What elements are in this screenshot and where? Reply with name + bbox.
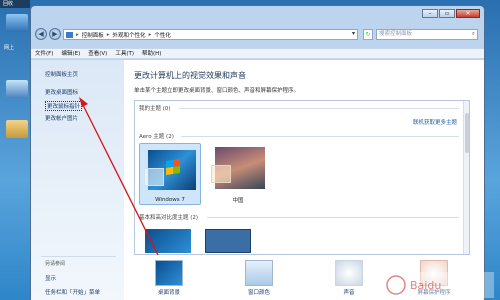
see-also-heading: 另请参阅	[45, 261, 66, 267]
desktop-recycle-label: 回收	[0, 0, 30, 8]
windows-logo-icon	[166, 159, 180, 175]
theme-list-scrollbar[interactable]	[463, 101, 469, 254]
window-color-icon	[245, 260, 273, 286]
window-controls: – ▫ ✕	[422, 9, 480, 18]
computer-icon[interactable]	[6, 14, 28, 32]
menu-help[interactable]: 帮助(H)	[142, 49, 161, 58]
window-color-button[interactable]: 窗口颜色	[234, 260, 284, 300]
scrollbar-thumb[interactable]	[465, 113, 469, 153]
menu-tools[interactable]: 工具(T)	[115, 49, 134, 58]
menu-bar: 文件(F) 编辑(E) 查看(V) 工具(T) 帮助(H)	[31, 48, 484, 59]
left-nav-pane: 控制面板主页 更改桌面图标 更改鼠标指针 更改帐户图片 另请参阅 显示 任务栏和…	[31, 60, 124, 300]
window-color-swatch	[211, 165, 231, 183]
breadcrumb-appearance[interactable]: 外观和个性化	[113, 31, 146, 39]
my-themes-label: 我的主题 (0)	[139, 106, 171, 112]
content-area: 控制面板主页 更改桌面图标 更改鼠标指针 更改帐户图片 另请参阅 显示 任务栏和…	[31, 60, 484, 300]
window-color-swatch	[144, 168, 164, 186]
network-icon[interactable]	[6, 80, 28, 98]
desktop-background-button[interactable]: 桌面背景	[144, 260, 194, 300]
menu-edit[interactable]: 编辑(E)	[61, 49, 80, 58]
close-button[interactable]: ✕	[456, 9, 480, 18]
theme-windows-classic[interactable]	[205, 229, 251, 253]
breadcrumb-separator: ▸	[76, 31, 79, 38]
forward-button[interactable]: ▶	[49, 28, 61, 40]
bottom-item-label: 声音	[343, 290, 355, 296]
left-link-taskbar-start-menu[interactable]: 任务栏和「开始」菜单	[45, 288, 100, 296]
chevron-down-icon[interactable]: ▾	[352, 30, 355, 37]
group-divider	[207, 217, 459, 218]
breadcrumb-separator: ▸	[148, 31, 152, 38]
group-divider	[181, 136, 459, 137]
theme-name: Windows 7	[155, 197, 185, 203]
aero-themes-label: Aero 主题 (2)	[139, 134, 174, 140]
maximize-button[interactable]: ▫	[439, 9, 455, 18]
theme-name: 中国	[232, 198, 244, 204]
menu-view[interactable]: 查看(V)	[88, 49, 107, 58]
page-description: 单击某个主题立即更改桌面背景、窗口颜色、声音和屏幕保护程序。	[134, 88, 300, 94]
china-theme-thumbnail	[211, 147, 265, 189]
search-input[interactable]: 搜索控制面板 ⌕	[376, 29, 478, 40]
theme-china[interactable]: 中国	[207, 143, 269, 205]
bottom-item-label: 窗口颜色	[247, 290, 270, 296]
windows7-theme-thumbnail	[144, 150, 196, 190]
breadcrumb-separator: ▸	[106, 31, 110, 38]
refresh-icon[interactable]: ↻	[363, 29, 373, 40]
watermark-logo: Baidu	[384, 272, 494, 298]
bottom-item-label: 桌面背景	[157, 290, 180, 296]
see-also-divider	[41, 256, 116, 257]
left-link-control-panel-home[interactable]: 控制面板主页	[45, 70, 78, 78]
breadcrumb-control-panel[interactable]: 控制面板	[82, 31, 104, 39]
minimize-button[interactable]: –	[422, 9, 438, 18]
folder-icon[interactable]	[6, 120, 28, 138]
left-link-change-account-picture[interactable]: 更改帐户图片	[45, 114, 78, 122]
control-panel-icon	[66, 31, 73, 38]
address-bar[interactable]: ▸ 控制面板 ▸ 外观和个性化 ▸ 个性化 ▾	[63, 29, 358, 40]
group-divider	[179, 108, 459, 109]
page-title: 更改计算机上的视觉效果和声音	[134, 71, 246, 80]
desktop-background-icon	[155, 260, 183, 286]
theme-list-panel: 我的主题 (0) 联机获取更多主题 Aero 主题 (2) Windows 7 …	[134, 100, 470, 255]
left-link-change-mouse-pointers[interactable]: 更改鼠标指针	[45, 101, 83, 111]
address-row: ◀ ▶ ▸ 控制面板 ▸ 外观和个性化 ▸ 个性化 ▾ ↻ 搜索控制面板 ⌕	[33, 28, 482, 42]
theme-windows7-basic[interactable]	[145, 229, 191, 253]
control-panel-window: – ▫ ✕ ◀ ▶ ▸ 控制面板 ▸ 外观和个性化 ▸ 个性化 ▾ ↻ 搜索控制…	[30, 5, 485, 300]
basic-themes-label: 基本和高对比度主题 (2)	[139, 215, 199, 221]
sound-icon	[335, 260, 363, 286]
search-placeholder: 搜索控制面板	[379, 31, 413, 37]
desktop-icon-label: 网上	[4, 45, 15, 51]
breadcrumb-personalization[interactable]: 个性化	[154, 31, 171, 39]
svg-text:Baidu: Baidu	[410, 279, 441, 292]
get-more-themes-online-link[interactable]: 联机获取更多主题	[413, 118, 457, 126]
left-link-display[interactable]: 显示	[45, 274, 56, 282]
search-icon[interactable]: ⌕	[472, 30, 475, 39]
sounds-button[interactable]: 声音	[324, 260, 374, 300]
left-link-change-desktop-icons[interactable]: 更改桌面图标	[45, 88, 78, 96]
back-button[interactable]: ◀	[35, 28, 47, 40]
theme-windows7[interactable]: Windows 7	[139, 143, 201, 205]
menu-file[interactable]: 文件(F)	[35, 49, 53, 58]
